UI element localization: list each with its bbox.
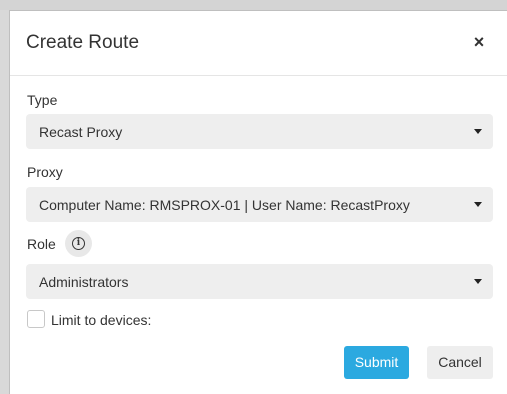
chevron-down-icon xyxy=(474,129,482,134)
type-select[interactable]: Recast Proxy xyxy=(26,114,493,149)
chevron-down-icon xyxy=(474,202,482,207)
role-info-button[interactable]: i xyxy=(65,230,92,257)
chevron-down-icon xyxy=(474,279,482,284)
info-circle-icon: i xyxy=(72,237,85,250)
submit-button[interactable]: Submit xyxy=(344,346,409,379)
close-icon: × xyxy=(473,32,485,52)
close-button[interactable]: × xyxy=(469,31,489,53)
cancel-button[interactable]: Cancel xyxy=(427,346,493,379)
limit-to-devices-label[interactable]: Limit to devices: xyxy=(51,311,151,329)
type-label: Type xyxy=(27,92,58,108)
proxy-label: Proxy xyxy=(27,164,63,180)
role-select[interactable]: Administrators xyxy=(26,264,493,299)
type-select-value: Recast Proxy xyxy=(39,124,123,140)
create-route-dialog: Create Route × Type Recast Proxy Proxy C… xyxy=(9,10,507,394)
limit-to-devices-checkbox[interactable] xyxy=(27,310,45,328)
role-label: Role xyxy=(27,236,56,252)
dialog-header: Create Route × xyxy=(10,11,507,76)
dialog-title: Create Route xyxy=(26,32,140,53)
role-select-value: Administrators xyxy=(39,274,129,290)
proxy-select-value: Computer Name: RMSPROX-01 | User Name: R… xyxy=(39,197,410,213)
proxy-select[interactable]: Computer Name: RMSPROX-01 | User Name: R… xyxy=(26,187,493,222)
background-page-strip xyxy=(0,0,507,10)
